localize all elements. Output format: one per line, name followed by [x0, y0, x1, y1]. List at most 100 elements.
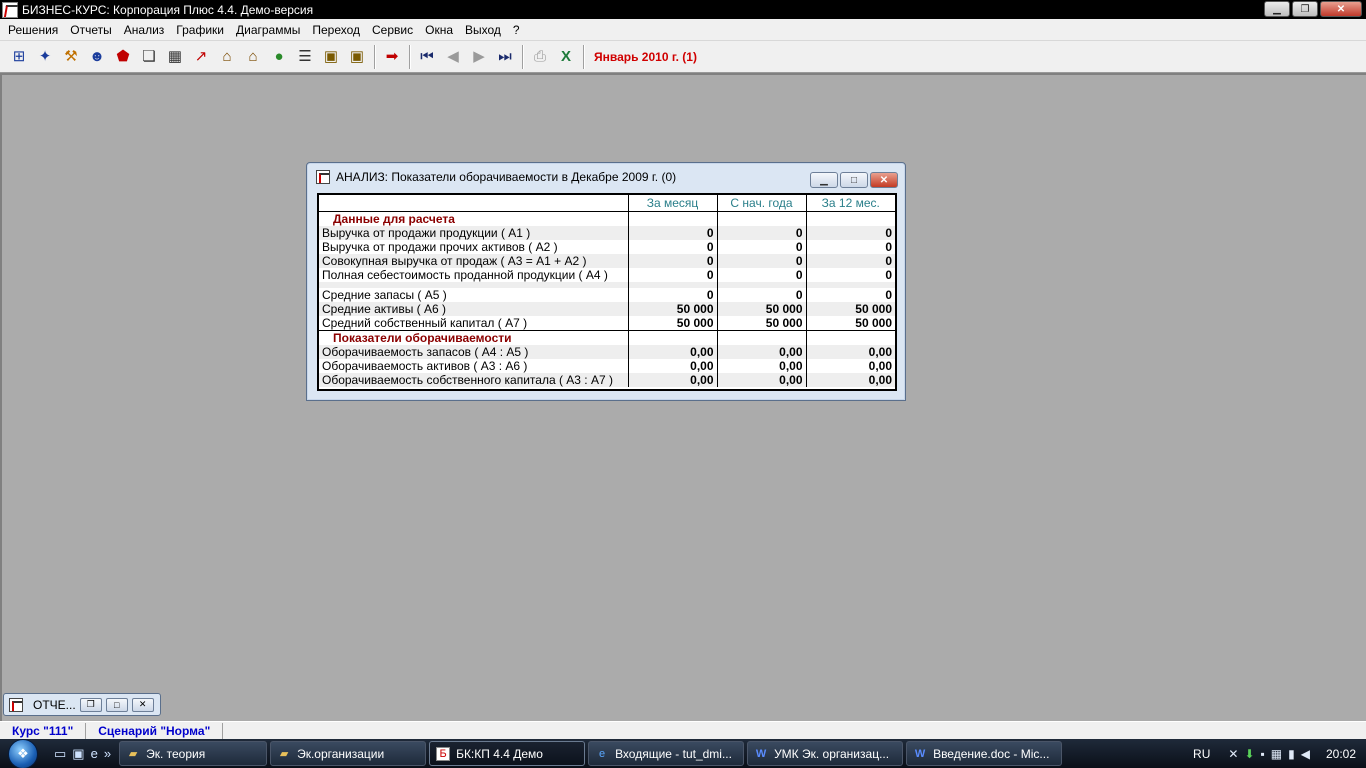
taskbar-item-bk-demo[interactable]: Б БК:КП 4.4 Демо	[429, 741, 586, 766]
taskbar-item-intro-doc[interactable]: W Введение.doc - Mic...	[906, 741, 1063, 766]
cell-value: 0	[805, 254, 895, 268]
next-period-icon[interactable]: ▶	[466, 44, 492, 70]
toolbar-separator	[583, 44, 584, 69]
language-indicator[interactable]: RU	[1193, 747, 1210, 761]
app-logo-icon[interactable]	[2, 1, 18, 18]
volume-icon[interactable]: ◀	[1301, 747, 1310, 761]
cell-value: 0	[716, 288, 806, 302]
money-bag-tool-icon[interactable]: ●	[266, 44, 292, 70]
minimized-report-window[interactable]: ОТЧЕ... ❐ □ ✕	[3, 693, 161, 716]
table-row: Выручка от продажи продукции ( А1 ) 0 0 …	[319, 226, 895, 240]
close-button[interactable]: ✕	[1320, 1, 1362, 17]
menu-bar: Решения Отчеты Анализ Графики Диаграммы …	[0, 19, 1366, 41]
taskbar-item-theory[interactable]: ▰ Эк. теория	[119, 741, 268, 766]
minimized-restore-button[interactable]: ❐	[79, 697, 102, 712]
analysis-report-window[interactable]: АНАЛИЗ: Показатели оборачиваемости в Дек…	[306, 162, 906, 401]
staff-tool-icon[interactable]: ⚒	[58, 44, 84, 70]
bank-tool-icon[interactable]: ⌂	[214, 44, 240, 70]
cell-value: 0,00	[627, 359, 717, 373]
taskbar-item-umk[interactable]: W УМК Эк. организац...	[747, 741, 904, 766]
status-course: Курс "111"	[0, 722, 87, 739]
pentagon-tool-icon[interactable]: ⬟	[110, 44, 136, 70]
excel-icon[interactable]: X	[553, 44, 579, 70]
taskbar-item-inbox[interactable]: e Входящие - tut_dmi...	[588, 741, 745, 766]
decisions-tool-icon[interactable]: ⊞	[6, 44, 32, 70]
app-tray-icon[interactable]: ✕	[1228, 747, 1238, 761]
window-switch-icon[interactable]: ▣	[72, 746, 84, 762]
menu-navigate[interactable]: Переход	[306, 23, 366, 37]
cell-value: 0,00	[805, 345, 895, 359]
start-button[interactable]: ❖	[0, 738, 46, 768]
report-minimize-button[interactable]: ▁	[810, 172, 838, 188]
table-row: Средние активы ( А6 ) 50 000 50 000 50 0…	[319, 302, 895, 316]
cell-value: 50 000	[627, 316, 717, 331]
people-tool-icon[interactable]: ☻	[84, 44, 110, 70]
app-titlebar: БИЗНЕС-КУРС: Корпорация Плюс 4.4. Демо-в…	[0, 0, 1366, 19]
row-label: Совокупная выручка от продаж ( А3 = А1 +…	[319, 254, 628, 268]
print-icon[interactable]: ⎙	[527, 44, 553, 70]
chart-up-tool-icon[interactable]: ↗	[188, 44, 214, 70]
restore-button[interactable]: ❐	[1292, 1, 1318, 17]
menu-exit[interactable]: Выход	[459, 23, 507, 37]
menu-analysis[interactable]: Анализ	[118, 23, 171, 37]
status-scenario: Сценарий "Норма"	[86, 722, 224, 739]
word-icon: W	[914, 747, 926, 760]
stock-out-tool-icon[interactable]: ▣	[344, 44, 370, 70]
report-close-button[interactable]: ✕	[870, 172, 898, 188]
report-window-icon[interactable]	[316, 170, 330, 184]
minimized-close-button[interactable]: ✕	[131, 697, 154, 712]
row-label: Выручка от продажи прочих активов ( А2 )	[322, 240, 558, 254]
table-row: Совокупная выручка от продаж ( А3 = А1 +…	[319, 254, 895, 268]
menu-windows[interactable]: Окна	[419, 23, 459, 37]
cell-value: 0	[716, 240, 806, 254]
expand-quick-launch-icon[interactable]: »	[104, 746, 111, 762]
clock[interactable]: 20:02	[1326, 747, 1356, 761]
network-tray-icon[interactable]: ▦	[1271, 747, 1282, 761]
menu-help[interactable]: ?	[507, 23, 526, 37]
cell-value: 0	[716, 254, 806, 268]
forecast-tool-icon[interactable]: ✦	[32, 44, 58, 70]
table-row: Средние запасы ( А5 ) 0 0 0	[319, 288, 895, 302]
cell-value: 0,00	[627, 373, 717, 387]
cell-value: 0,00	[716, 359, 806, 373]
header-blank	[319, 195, 628, 212]
show-desktop-icon[interactable]: ▭	[54, 746, 66, 762]
app-icon: Б	[436, 746, 451, 761]
menu-graphs[interactable]: Графики	[170, 23, 230, 37]
last-period-icon[interactable]: ⏭	[492, 44, 518, 70]
minimize-button[interactable]: ▁	[1264, 1, 1290, 17]
stock-tool-icon[interactable]: ▣	[318, 44, 344, 70]
cell-value: 50 000	[805, 316, 895, 331]
minimized-maximize-button[interactable]: □	[105, 697, 128, 712]
toolbar-separator	[374, 44, 375, 69]
download-tray-icon[interactable]: ⬇	[1244, 747, 1254, 761]
table-row: Оборачиваемость собственного капитала ( …	[319, 373, 895, 387]
row-label: Выручка от продажи продукции ( А1 )	[319, 226, 628, 240]
table-row: Оборачиваемость активов ( А3 : А6 ) 0,00…	[319, 359, 895, 373]
cell-value: 0	[627, 240, 717, 254]
bank-up-tool-icon[interactable]: ⌂	[240, 44, 266, 70]
taskbar-item-organizations[interactable]: ▰ Эк.организации	[270, 741, 427, 766]
first-period-icon[interactable]: ⏮	[414, 44, 440, 70]
toolbar-separator	[522, 44, 523, 69]
device-tray-icon[interactable]: ▪	[1261, 747, 1265, 761]
menu-decisions[interactable]: Решения	[2, 23, 64, 37]
arrow-right-icon[interactable]: ➡	[379, 44, 405, 70]
calc-tool-icon[interactable]: ▦	[162, 44, 188, 70]
cell-value: 50 000	[627, 302, 717, 316]
menu-reports[interactable]: Отчеты	[64, 23, 117, 37]
cell-value: 0,00	[805, 373, 895, 387]
journal-tool-icon[interactable]: ☰	[292, 44, 318, 70]
menu-diagrams[interactable]: Диаграммы	[230, 23, 306, 37]
taskbar: ❖ ▭ ▣ e » ▰ Эк. теория ▰ Эк.организации …	[0, 738, 1366, 768]
row-label: Средние активы ( А6 )	[319, 302, 628, 316]
menu-service[interactable]: Сервис	[366, 23, 419, 37]
report-maximize-button[interactable]: □	[840, 172, 868, 188]
internet-explorer-icon[interactable]: e	[91, 746, 98, 762]
docs-tool-icon[interactable]: ❏	[136, 44, 162, 70]
minimized-window-icon	[9, 697, 23, 712]
previous-period-icon[interactable]: ◀	[440, 44, 466, 70]
report-titlebar[interactable]: АНАЛИЗ: Показатели оборачиваемости в Дек…	[307, 163, 905, 191]
battery-tray-icon[interactable]: ▮	[1288, 747, 1295, 761]
row-label: Полная себестоимость проданной продукции…	[322, 268, 608, 282]
